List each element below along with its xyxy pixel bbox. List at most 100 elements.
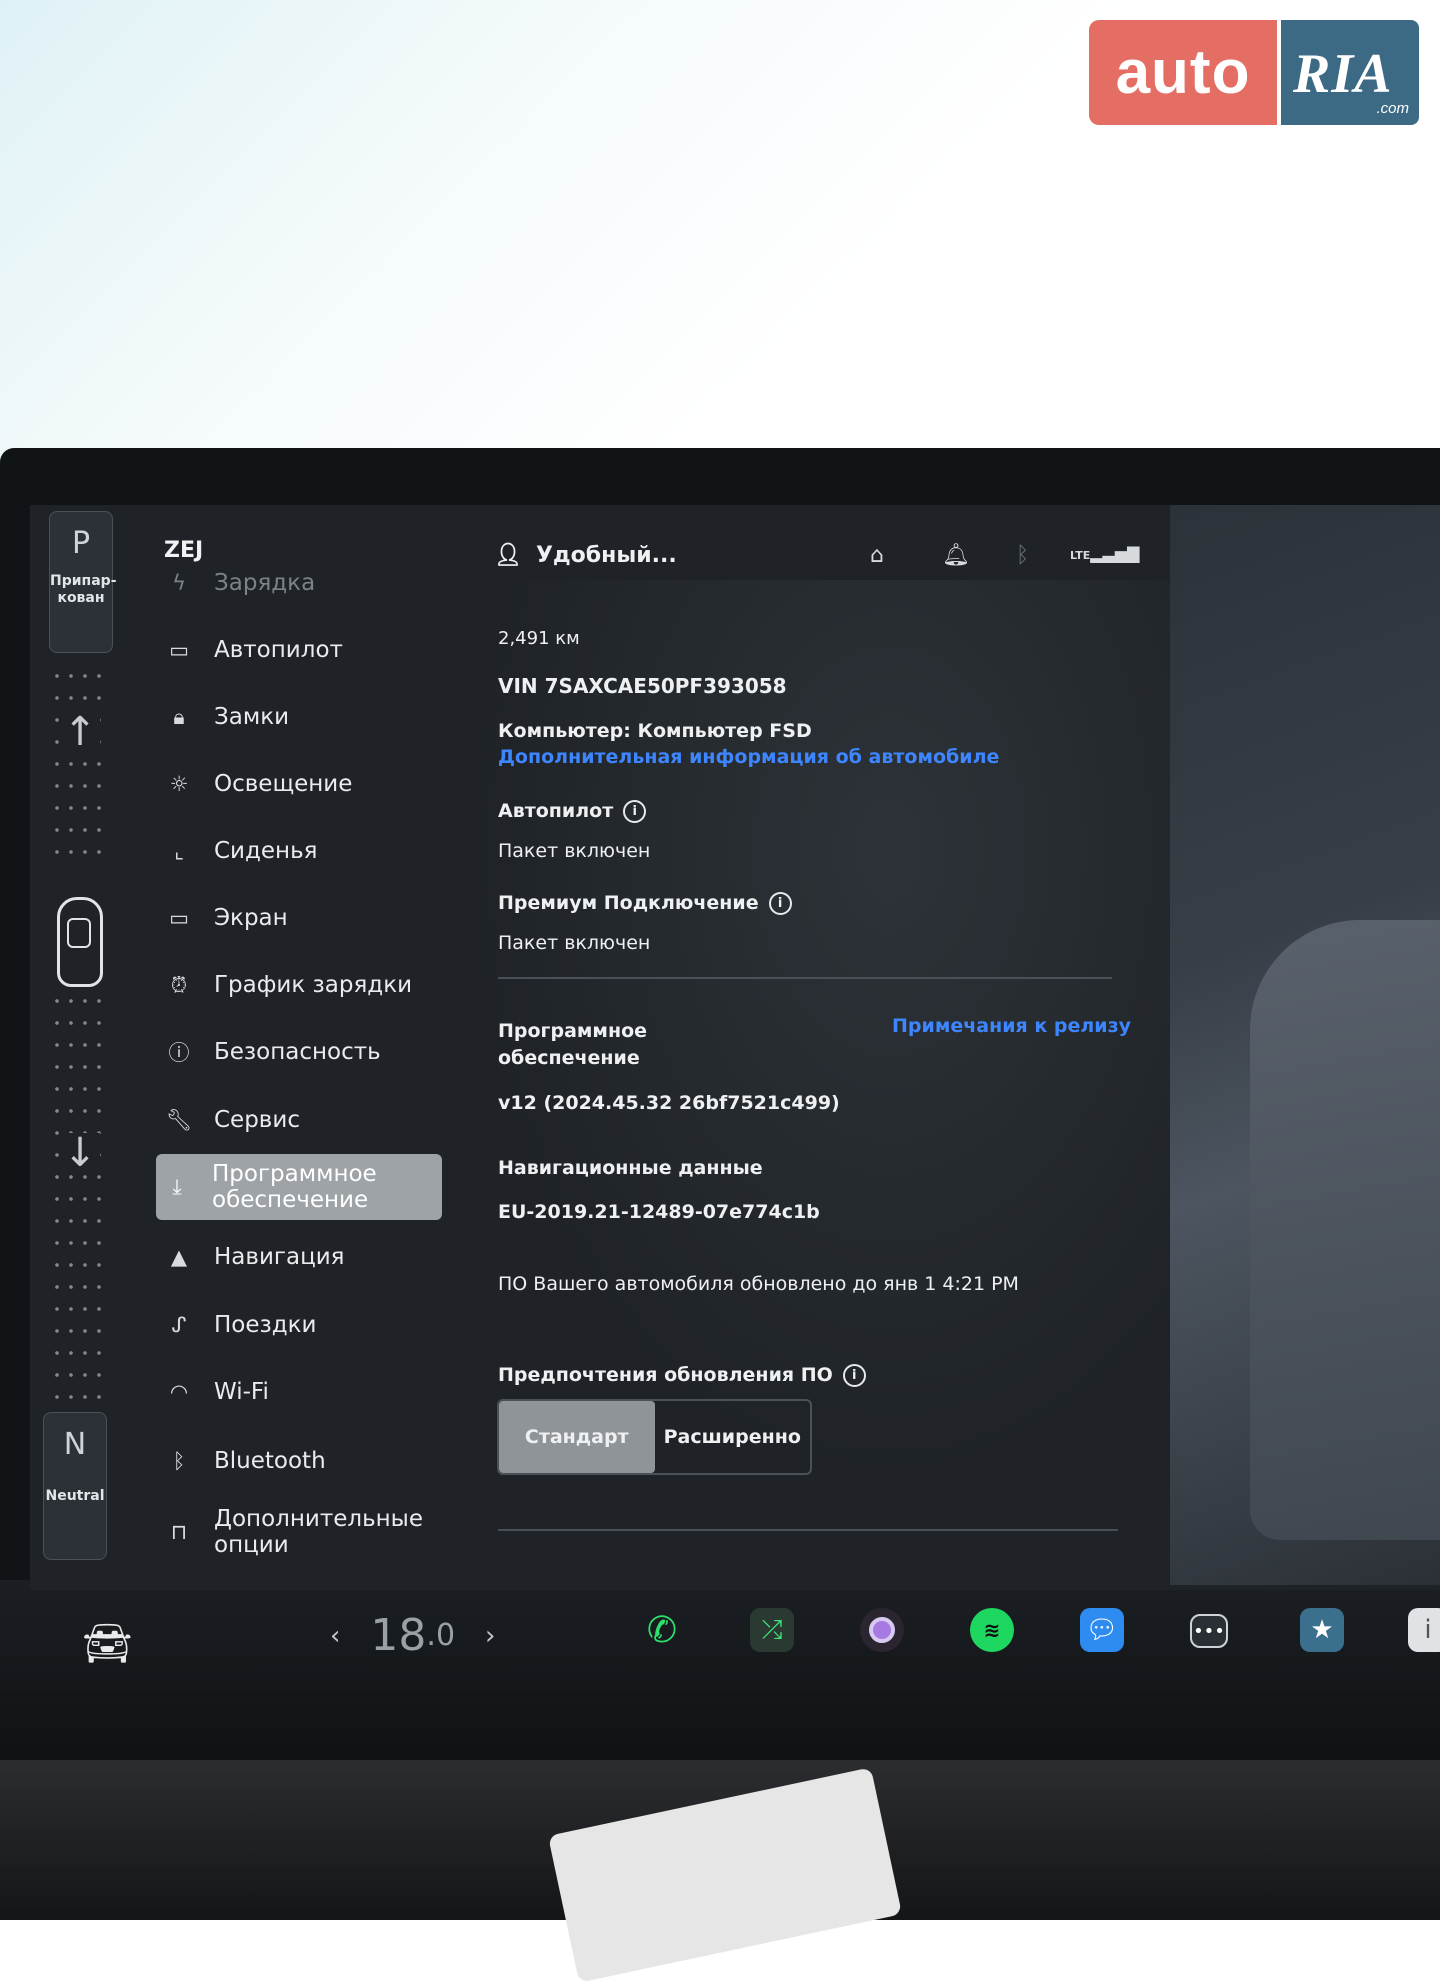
temp-increase-button[interactable]: ›: [485, 1621, 495, 1651]
autopilot-title-text: Автопилот: [498, 800, 614, 822]
section-divider: [498, 977, 1112, 979]
gear-neutral-label: Neutral: [45, 1488, 105, 1504]
premium-connectivity-value: Пакет включен: [498, 932, 651, 954]
seat-icon: ⌞: [174, 839, 184, 863]
update-preference-title-text: Предпочтения обновления ПО: [498, 1364, 833, 1386]
sidebar-item-navigation[interactable]: ▲ Навигация: [158, 1237, 442, 1277]
more-icon[interactable]: •••: [1190, 1614, 1228, 1648]
autopilot-value: Пакет включен: [498, 840, 651, 862]
gear-drag-track-lower[interactable]: [50, 990, 108, 1400]
partial-app-icon[interactable]: ⅰ: [1408, 1608, 1440, 1652]
autoria-logo: auto RIA .com: [1089, 20, 1419, 125]
temp-decimal: .0: [426, 1618, 456, 1653]
sidebar-item-label: Навигация: [214, 1244, 345, 1270]
sidebar-item-label: Автопилот: [214, 637, 343, 663]
software-version: v12 (2024.45.32 26bf7521c499): [498, 1092, 840, 1114]
bluetooth-icon: ᛒ: [172, 1449, 186, 1473]
sidebar-item-autopilot[interactable]: ▭ Автопилот: [158, 630, 442, 670]
sidebar-item-label: Bluetooth: [214, 1448, 326, 1474]
sidebar-item-label: Освещение: [214, 771, 353, 797]
release-notes-link[interactable]: Примечания к релизу: [892, 1015, 1131, 1037]
nav-data-title: Навигационные данные: [498, 1157, 763, 1179]
sidebar-item-lighting[interactable]: ☼ Освещение: [158, 764, 442, 804]
sidebar-item-trips[interactable]: ᔑ Поездки: [158, 1305, 442, 1345]
gear-park-indicator[interactable]: P Припар- кован: [49, 511, 117, 653]
sidebar-item-label: Поездки: [214, 1312, 317, 1338]
seat-reflection: [1250, 920, 1440, 1540]
profile-name: Удобный...: [535, 543, 677, 568]
bluetooth-status-icon[interactable]: ᛒ: [1016, 543, 1029, 568]
temp-value: 18: [370, 1610, 427, 1661]
sidebar-item-label: Зарядка: [214, 570, 316, 596]
sidebar-item-label: Сервис: [214, 1107, 300, 1133]
display-icon: ▭: [169, 906, 189, 930]
spotify-icon[interactable]: ≋: [970, 1608, 1014, 1652]
bezel-bottom: [0, 1580, 1440, 1770]
update-option-advanced[interactable]: Расширенно: [655, 1401, 811, 1473]
shuffle-icon[interactable]: ⤮: [750, 1608, 794, 1652]
lock-icon: 🔒︎: [173, 704, 185, 729]
update-preference-title: Предпочтения обновления ПО i: [498, 1364, 866, 1387]
sidebar-item-wifi[interactable]: ◠ Wi-Fi: [158, 1372, 442, 1412]
arrow-down-icon: ↓: [60, 1133, 100, 1173]
gear-neutral-indicator[interactable]: N Neutral: [43, 1412, 107, 1560]
sidebar-item-label: График зарядки: [214, 972, 413, 998]
sidebar-item-seats[interactable]: ⌞ Сиденья: [158, 831, 442, 871]
gear-park-label: Припар- кован: [50, 573, 117, 606]
sidebar-item-display[interactable]: ▭ Экран: [158, 898, 442, 938]
lte-signal-icon: LTE▂▃▅▇: [1070, 544, 1140, 563]
info-icon[interactable]: i: [623, 800, 647, 823]
section-divider: [498, 1529, 1118, 1531]
trips-icon: ᔑ: [171, 1313, 187, 1337]
lte-label: LTE: [1070, 549, 1091, 562]
steering-wheel-icon: ▭: [169, 638, 189, 662]
sidebar-item-upgrades[interactable]: ⊓ Дополнительные опции: [158, 1504, 442, 1560]
bolt-icon: ϟ: [172, 571, 186, 595]
logo-auto-text: auto: [1089, 20, 1277, 125]
gear-neutral-letter: N: [63, 1427, 87, 1462]
user-icon: 👤︎: [494, 543, 522, 568]
info-icon[interactable]: i: [842, 1364, 866, 1387]
sidebar-item-locks[interactable]: 🔒︎ Замки: [158, 697, 442, 737]
vin-value: VIN 7SAXCAE50PF393058: [498, 674, 787, 698]
alarm-clock-icon: ⏰︎: [170, 972, 188, 997]
sidebar-item-safety[interactable]: ⓘ Безопасность: [158, 1032, 442, 1072]
wrench-icon: 🔧︎: [165, 1107, 193, 1132]
premium-connectivity-title: Премиум Подключение i: [498, 892, 792, 915]
download-icon: ⤓: [172, 1174, 182, 1199]
autopilot-title: Автопилот i: [498, 800, 647, 823]
sidebar-item-charging[interactable]: ϟ Зарядка: [158, 566, 442, 600]
car-top-view-icon: [57, 897, 103, 987]
logo-com-text: .com: [1376, 100, 1409, 117]
temp-decrease-button[interactable]: ‹: [330, 1621, 340, 1651]
home-icon[interactable]: ⌂: [870, 543, 884, 568]
sun-icon: ☼: [169, 772, 189, 796]
gear-drag-track-upper[interactable]: [50, 665, 108, 870]
logo-ria-text: RIA: [1293, 43, 1393, 105]
sidebar-item-charging-schedule[interactable]: ⏰︎ График зарядки: [158, 965, 442, 1005]
sidebar-item-label: Экран: [214, 905, 288, 931]
camera-icon[interactable]: [860, 1608, 904, 1652]
sidebar-item-bluetooth[interactable]: ᛒ Bluetooth: [158, 1441, 442, 1481]
driver-profile[interactable]: 👤︎ Удобный...: [494, 543, 677, 568]
odometer-value: 2,491 км: [498, 628, 580, 649]
logo-ria-block: RIA .com: [1281, 20, 1419, 125]
update-option-standard[interactable]: Стандарт: [499, 1401, 655, 1473]
computer-value: Компьютер: Компьютер FSD: [498, 720, 812, 742]
info-icon[interactable]: i: [768, 892, 792, 915]
update-preference-selector[interactable]: Стандарт Расширенно: [497, 1399, 812, 1475]
sidebar-item-label: Программное обеспечение: [212, 1161, 377, 1213]
shopping-bag-icon: ⊓: [170, 1520, 188, 1544]
sidebar-item-label: Wi-Fi: [214, 1379, 269, 1405]
software-title: Программное обеспечение: [498, 1020, 648, 1069]
bell-icon[interactable]: 🔔︎: [942, 543, 970, 568]
navigation-arrow-icon: ▲: [170, 1245, 188, 1269]
sidebar-item-label: Замки: [214, 704, 290, 730]
sidebar-item-service[interactable]: 🔧︎ Сервис: [158, 1100, 442, 1140]
car-icon[interactable]: 🚘︎: [82, 1620, 133, 1667]
messages-icon[interactable]: 💬︎: [1080, 1608, 1124, 1652]
phone-icon[interactable]: ✆: [640, 1608, 684, 1652]
photos-icon[interactable]: ★: [1300, 1608, 1344, 1652]
more-vehicle-info-link[interactable]: Дополнительная информация об автомобиле: [498, 746, 999, 768]
sidebar-item-software[interactable]: ⤓ Программное обеспечение: [156, 1154, 442, 1220]
